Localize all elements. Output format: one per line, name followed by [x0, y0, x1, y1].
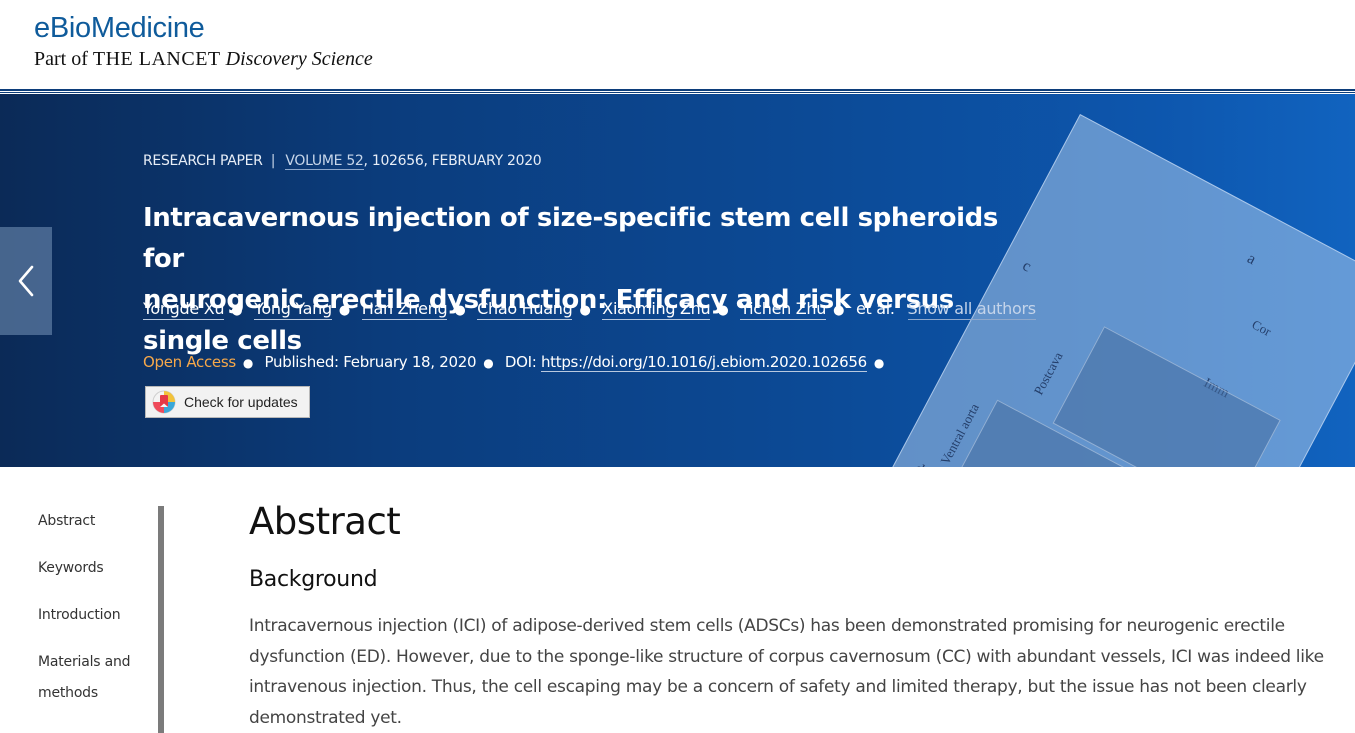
logo-sub-prefix: Part of [34, 48, 88, 70]
bullet: ● [483, 356, 494, 370]
article-title: Intracavernous injection of size-specifi… [143, 198, 1003, 362]
volume-details: , 102656, FEBRUARY 2020 [363, 153, 542, 169]
article-meta: RESEARCH PAPER | VOLUME 52, 102656, FEBR… [143, 153, 542, 170]
journal-logo-title[interactable]: eBioMedicine [34, 12, 205, 45]
meta-separator: | [270, 153, 276, 169]
table-of-contents: Abstract Keywords Introduction Materials… [38, 506, 168, 709]
article-banner: a c d Imm Postcava Ventral aorta Cor RES… [0, 94, 1355, 467]
toc-item-materials-and-methods[interactable]: Materials and methods [38, 647, 168, 709]
figure-label-d: d [911, 460, 927, 467]
crossmark-icon [152, 390, 176, 414]
author-link[interactable]: Yichen Zhu [740, 299, 826, 320]
check-for-updates-button[interactable]: Check for updates [145, 386, 310, 418]
bullet: ● [579, 303, 591, 318]
toc-scroll-indicator[interactable] [158, 506, 164, 733]
site-header: eBioMedicine Part of THE LANCET Discover… [0, 0, 1355, 93]
author-link[interactable]: Yongde Xu [143, 299, 225, 320]
logo-sub-ds: Discovery Science [225, 48, 373, 70]
figure-label-c: c [1019, 257, 1034, 276]
logo-sub-lancet: THE LANCET [92, 48, 221, 70]
check-for-updates-label: Check for updates [184, 394, 298, 410]
published-label: Published: [264, 353, 340, 371]
toc-item-label: methods [38, 685, 98, 701]
header-divider [0, 89, 1355, 93]
doi-link[interactable]: https://doi.org/10.1016/j.ebiom.2020.102… [540, 353, 867, 372]
author-link[interactable]: Han Zheng [361, 299, 448, 320]
article-title-line-2: neurogenic erectile dysfunction: Efficac… [143, 285, 954, 356]
open-access-badge: Open Access [143, 353, 236, 371]
previous-article-button[interactable] [0, 227, 52, 335]
bullet: ● [242, 356, 254, 370]
toc-item-abstract[interactable]: Abstract [38, 506, 168, 537]
author-link[interactable]: Xiaoming Zhu [602, 299, 711, 320]
bullet: ● [873, 356, 884, 370]
figure-label-a: a [1244, 249, 1259, 269]
author-link[interactable]: Chao Huang [477, 299, 573, 320]
toc-item-label: Materials and [38, 654, 131, 670]
section-heading-abstract: Abstract [249, 500, 401, 543]
figure-label-cor: Cor [1249, 316, 1274, 339]
article-type: RESEARCH PAPER [143, 153, 263, 169]
doi-label: DOI: [504, 353, 537, 371]
bullet: ● [231, 303, 243, 318]
author-link[interactable]: Yong Yang [254, 299, 332, 320]
published-date: February 18, 2020 [343, 353, 477, 371]
figure-panel [1052, 326, 1281, 467]
volume-link[interactable]: VOLUME 52 [285, 153, 364, 170]
bullet: ● [717, 303, 729, 318]
bullet: ● [833, 303, 845, 318]
chevron-left-icon [18, 265, 34, 297]
bullet: ● [454, 303, 466, 318]
subsection-heading-background: Background [249, 567, 378, 592]
show-all-authors-link[interactable]: Show all authors [907, 299, 1036, 320]
article-title-line-1: Intracavernous injection of size-specifi… [143, 203, 998, 274]
toc-item-introduction[interactable]: Introduction [38, 600, 168, 631]
bullet: ● [338, 303, 350, 318]
author-list: Yongde Xu ● Yong Yang ● Han Zheng ● Chao Hu… [143, 299, 1036, 320]
publication-info: Open Access ● Published: February 18, 202… [143, 353, 891, 372]
journal-logo-subtitle: Part of THE LANCET Discovery Science [34, 48, 373, 71]
figure-label-postcava: Postcava [1030, 349, 1066, 398]
abstract-background-paragraph: Intracavernous injection (ICI) of adipos… [249, 616, 1324, 728]
et-al: et al. [855, 299, 895, 318]
toc-item-keywords[interactable]: Keywords [38, 553, 168, 584]
